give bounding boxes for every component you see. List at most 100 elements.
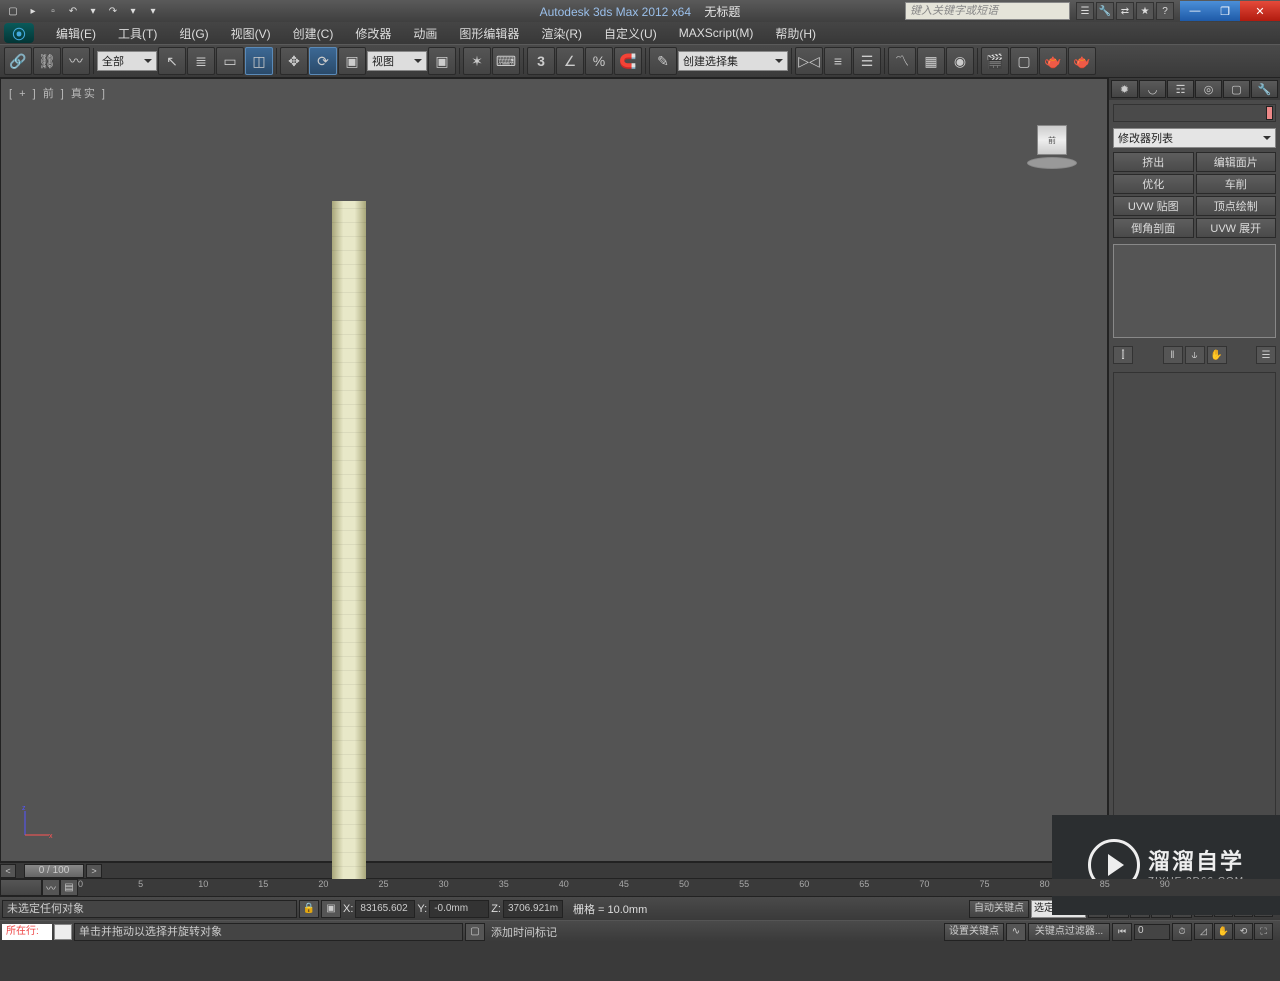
object-color-swatch[interactable] (1266, 106, 1273, 120)
show-end-icon[interactable]: ‖ (1163, 346, 1183, 364)
menu-maxscript[interactable]: MAXScript(M) (669, 23, 764, 43)
help-icon[interactable]: ? (1156, 2, 1174, 20)
menu-graph[interactable]: 图形编辑器 (449, 22, 529, 45)
window-crossing-icon[interactable]: ◫ (245, 47, 273, 75)
modifier-edit-patch[interactable]: 编辑面片 (1196, 152, 1277, 172)
x-input[interactable]: 83165.602 (355, 900, 415, 918)
track-toggle[interactable] (0, 879, 42, 896)
key-mode-icon[interactable]: ∿ (1006, 923, 1026, 941)
configure-sets-icon[interactable]: ☰ (1256, 346, 1276, 364)
modifier-list-dropdown[interactable]: 修改器列表 (1113, 128, 1276, 148)
edit-named-icon[interactable]: ✎ (649, 47, 677, 75)
modifier-lathe[interactable]: 车削 (1196, 174, 1277, 194)
comm-center-icon[interactable]: ▢ (465, 923, 485, 941)
y-input[interactable]: -0.0mm (429, 900, 489, 918)
schematic-icon[interactable]: ▦ (917, 47, 945, 75)
close-button[interactable]: ✕ (1240, 1, 1280, 21)
rollout-area[interactable] (1113, 372, 1276, 858)
tab-hierarchy-icon[interactable]: ☶ (1167, 80, 1194, 98)
tab-create-icon[interactable]: ✹ (1111, 80, 1138, 98)
make-unique-icon[interactable]: ⫝ (1185, 346, 1205, 364)
undo-dd-icon[interactable]: ▾ (84, 2, 102, 20)
tab-modify-icon[interactable]: ◡ (1139, 80, 1166, 98)
keyboard-shortcut-icon[interactable]: ⌨ (492, 47, 520, 75)
orbit-icon[interactable]: ⟲ (1234, 923, 1253, 940)
move-icon[interactable]: ✥ (280, 47, 308, 75)
snap-toggle-icon[interactable]: 3 (527, 47, 555, 75)
spinner-snap-icon[interactable]: 🧲 (614, 47, 642, 75)
rotate-icon[interactable]: ⟳ (309, 47, 337, 75)
redo-dd-icon[interactable]: ▾ (124, 2, 142, 20)
cylinder-object[interactable] (332, 201, 366, 881)
curve-editor-icon[interactable]: 〽 (888, 47, 916, 75)
timeline-next-button[interactable]: > (86, 864, 102, 878)
key-filters-button[interactable]: 关键点过滤器... (1028, 923, 1110, 941)
unlink-icon[interactable]: ⛓ (33, 47, 61, 75)
render-frame-icon[interactable]: ▢ (1010, 47, 1038, 75)
pan-icon[interactable]: ✋ (1214, 923, 1233, 940)
menu-render[interactable]: 渲染(R) (531, 22, 592, 45)
modifier-extrude[interactable]: 挤出 (1113, 152, 1194, 172)
selection-filter-dropdown[interactable]: 全部 (97, 51, 157, 71)
time-config-icon[interactable]: ⏱ (1172, 923, 1192, 941)
use-center-icon[interactable]: ▣ (428, 47, 456, 75)
minimize-button[interactable]: — (1180, 1, 1210, 21)
lock-icon[interactable]: 🔒 (299, 900, 319, 918)
menu-customize[interactable]: 自定义(U) (594, 22, 667, 45)
render-setup-icon[interactable]: 🎬 (981, 47, 1009, 75)
search-input[interactable]: 键入关键字或短语 (905, 2, 1070, 20)
menu-group[interactable]: 组(G) (169, 22, 218, 45)
tab-utilities-icon[interactable]: 🔧 (1251, 80, 1278, 98)
undo-icon[interactable]: ↶ (64, 2, 82, 20)
modifier-optimize[interactable]: 优化 (1113, 174, 1194, 194)
mirror-icon[interactable]: ▷◁ (795, 47, 823, 75)
subscription-icon[interactable]: ☰ (1076, 2, 1094, 20)
scale-icon[interactable]: ▣ (338, 47, 366, 75)
modifier-stack[interactable] (1113, 244, 1276, 338)
percent-snap-icon[interactable]: % (585, 47, 613, 75)
script-input[interactable] (54, 924, 72, 940)
menu-help[interactable]: 帮助(H) (765, 22, 826, 45)
align-icon[interactable]: ≡ (824, 47, 852, 75)
favorite-icon[interactable]: ★ (1136, 2, 1154, 20)
track-filter-icon[interactable]: ▤ (60, 879, 78, 896)
save-icon[interactable]: ▫ (44, 2, 62, 20)
maximize-button[interactable]: ❐ (1210, 1, 1240, 21)
tab-motion-icon[interactable]: ◎ (1195, 80, 1222, 98)
render-icon[interactable]: 🫖 (1039, 47, 1067, 75)
modifier-vertex-paint[interactable]: 顶点绘制 (1196, 196, 1277, 216)
viewport-label[interactable]: [ + ] 前 ] 真实 ] (9, 85, 107, 101)
time-slider[interactable]: 0 / 100 (24, 864, 84, 878)
viewport[interactable]: [ + ] 前 ] 真实 ] z x 前 (0, 78, 1108, 862)
qat-more-icon[interactable]: ▾ (144, 2, 162, 20)
modifier-uvw-map[interactable]: UVW 贴图 (1113, 196, 1194, 216)
ref-coord-dropdown[interactable]: 视图 (367, 51, 427, 71)
key-prev-icon[interactable]: ⏮ (1112, 923, 1132, 941)
select-name-icon[interactable]: ≣ (187, 47, 215, 75)
modifier-bevel-profile[interactable]: 倒角剖面 (1113, 218, 1194, 238)
new-icon[interactable]: ▢ (4, 2, 22, 20)
viewcube[interactable]: 前 (1027, 125, 1077, 165)
select-region-icon[interactable]: ▭ (216, 47, 244, 75)
angle-snap-icon[interactable]: ∠ (556, 47, 584, 75)
auto-key-button[interactable]: 自动关键点 (969, 900, 1029, 918)
tab-display-icon[interactable]: ▢ (1223, 80, 1250, 98)
menu-views[interactable]: 视图(V) (221, 22, 281, 45)
mini-curve-icon[interactable]: 〰 (42, 879, 60, 896)
manipulate-icon[interactable]: ✶ (463, 47, 491, 75)
add-time-tag[interactable]: 添加时间标记 (487, 924, 561, 940)
named-selection-dropdown[interactable]: 创建选择集 (678, 51, 788, 71)
open-icon[interactable]: ▸ (24, 2, 42, 20)
menu-modifiers[interactable]: 修改器 (345, 22, 401, 45)
menu-edit[interactable]: 编辑(E) (46, 22, 106, 45)
bind-spacewarp-icon[interactable]: 〰 (62, 47, 90, 75)
remove-mod-icon[interactable]: ✋ (1207, 346, 1227, 364)
fov-icon[interactable]: ◿ (1194, 923, 1213, 940)
redo-icon[interactable]: ↷ (104, 2, 122, 20)
object-name-input[interactable] (1114, 107, 1264, 119)
app-menu-button[interactable]: ⦿ (4, 23, 34, 43)
menu-animation[interactable]: 动画 (403, 22, 447, 45)
menu-create[interactable]: 创建(C) (283, 22, 344, 45)
link-icon[interactable]: 🔗 (4, 47, 32, 75)
select-icon[interactable]: ↖ (158, 47, 186, 75)
